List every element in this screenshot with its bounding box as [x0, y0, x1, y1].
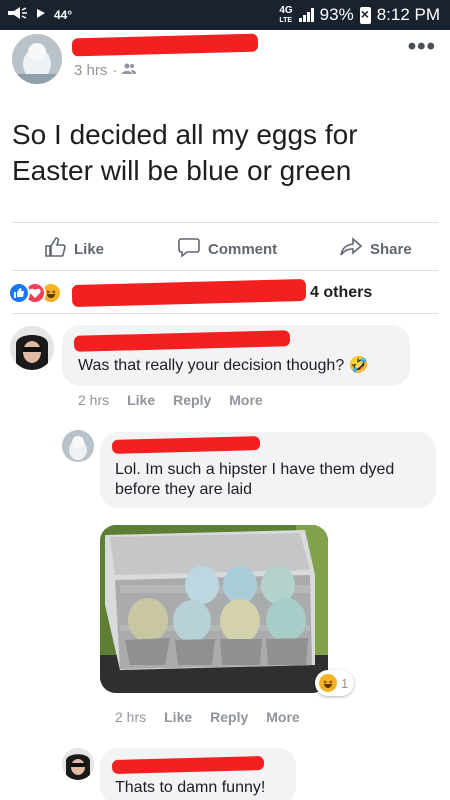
eggs-photo[interactable] — [100, 525, 328, 693]
reply-reaction-count[interactable]: 1 — [315, 670, 355, 696]
reply-author-redacted — [111, 756, 265, 774]
thumbs-up-icon — [44, 236, 66, 262]
location-icon — [36, 7, 46, 24]
comment-bubble: Was that really your decision though? 🤣 — [62, 325, 410, 386]
reply-author-redacted — [111, 436, 261, 454]
commenter-name-redacted — [73, 330, 291, 352]
reply-bubble: Thats to damn funny! — [100, 748, 296, 800]
like-button[interactable]: Like — [44, 236, 104, 262]
network-type: 4G LTE — [279, 4, 293, 24]
post-time: 3 hrs — [74, 62, 108, 79]
more-dots-icon[interactable]: ••• — [408, 35, 436, 59]
poster-avatar[interactable] — [62, 430, 94, 462]
reply-reply-button[interactable]: Reply — [210, 709, 248, 725]
divider — [12, 313, 438, 314]
battery-icon — [359, 6, 371, 24]
temperature: 44° — [54, 8, 73, 22]
reply-actions: 2 hrs Like Reply More — [115, 709, 300, 725]
commenter-avatar[interactable] — [10, 326, 54, 370]
like-reaction-icon — [8, 282, 30, 304]
reply-time: 2 hrs — [115, 709, 147, 725]
share-button[interactable]: Share — [340, 236, 412, 262]
reply-bubble: Lol. Im such a hipster I have them dyed … — [100, 432, 436, 508]
others-count: 4 others — [310, 284, 373, 301]
clock: 8:12 PM — [376, 5, 440, 24]
friends-icon — [122, 62, 137, 79]
poster-avatar[interactable] — [12, 34, 62, 84]
post-text: So I decided all my eggs for Easter will… — [12, 119, 358, 186]
divider — [12, 222, 438, 223]
poster-name-redacted — [71, 33, 259, 57]
comment-more-button[interactable]: More — [229, 392, 262, 408]
comment-actions: 2 hrs Like Reply More — [78, 392, 263, 408]
comment-like-button[interactable]: Like — [127, 392, 155, 408]
reply-text: Lol. Im such a hipster I have them dyed … — [115, 461, 395, 498]
signal-icon — [298, 8, 314, 22]
comment-icon — [178, 236, 200, 262]
post-actions: Like Comment Share — [0, 226, 450, 266]
status-bar: 44° 4GLTE 93% 8:12 PM — [0, 0, 450, 30]
comment-time: 2 hrs — [78, 392, 110, 408]
reply-text: Thats to damn funny! — [115, 779, 266, 796]
reply-more-button[interactable]: More — [266, 709, 299, 725]
commenter-avatar[interactable] — [62, 748, 94, 780]
divider — [12, 270, 438, 271]
haha-reaction-icon — [319, 674, 337, 692]
share-icon — [340, 236, 363, 262]
comment-reply-button[interactable]: Reply — [173, 392, 211, 408]
reactor-names-redacted — [71, 278, 307, 308]
comment-button[interactable]: Comment — [178, 236, 277, 262]
notification-icon — [6, 5, 28, 25]
separator: · — [112, 62, 118, 79]
post-meta: 3 hrs · — [74, 62, 137, 79]
battery-level: 93% — [319, 5, 354, 24]
reply-like-button[interactable]: Like — [164, 709, 192, 725]
reactions-summary[interactable]: 4 others — [8, 278, 448, 308]
comment-text: Was that really your decision though? 🤣 — [78, 357, 369, 374]
